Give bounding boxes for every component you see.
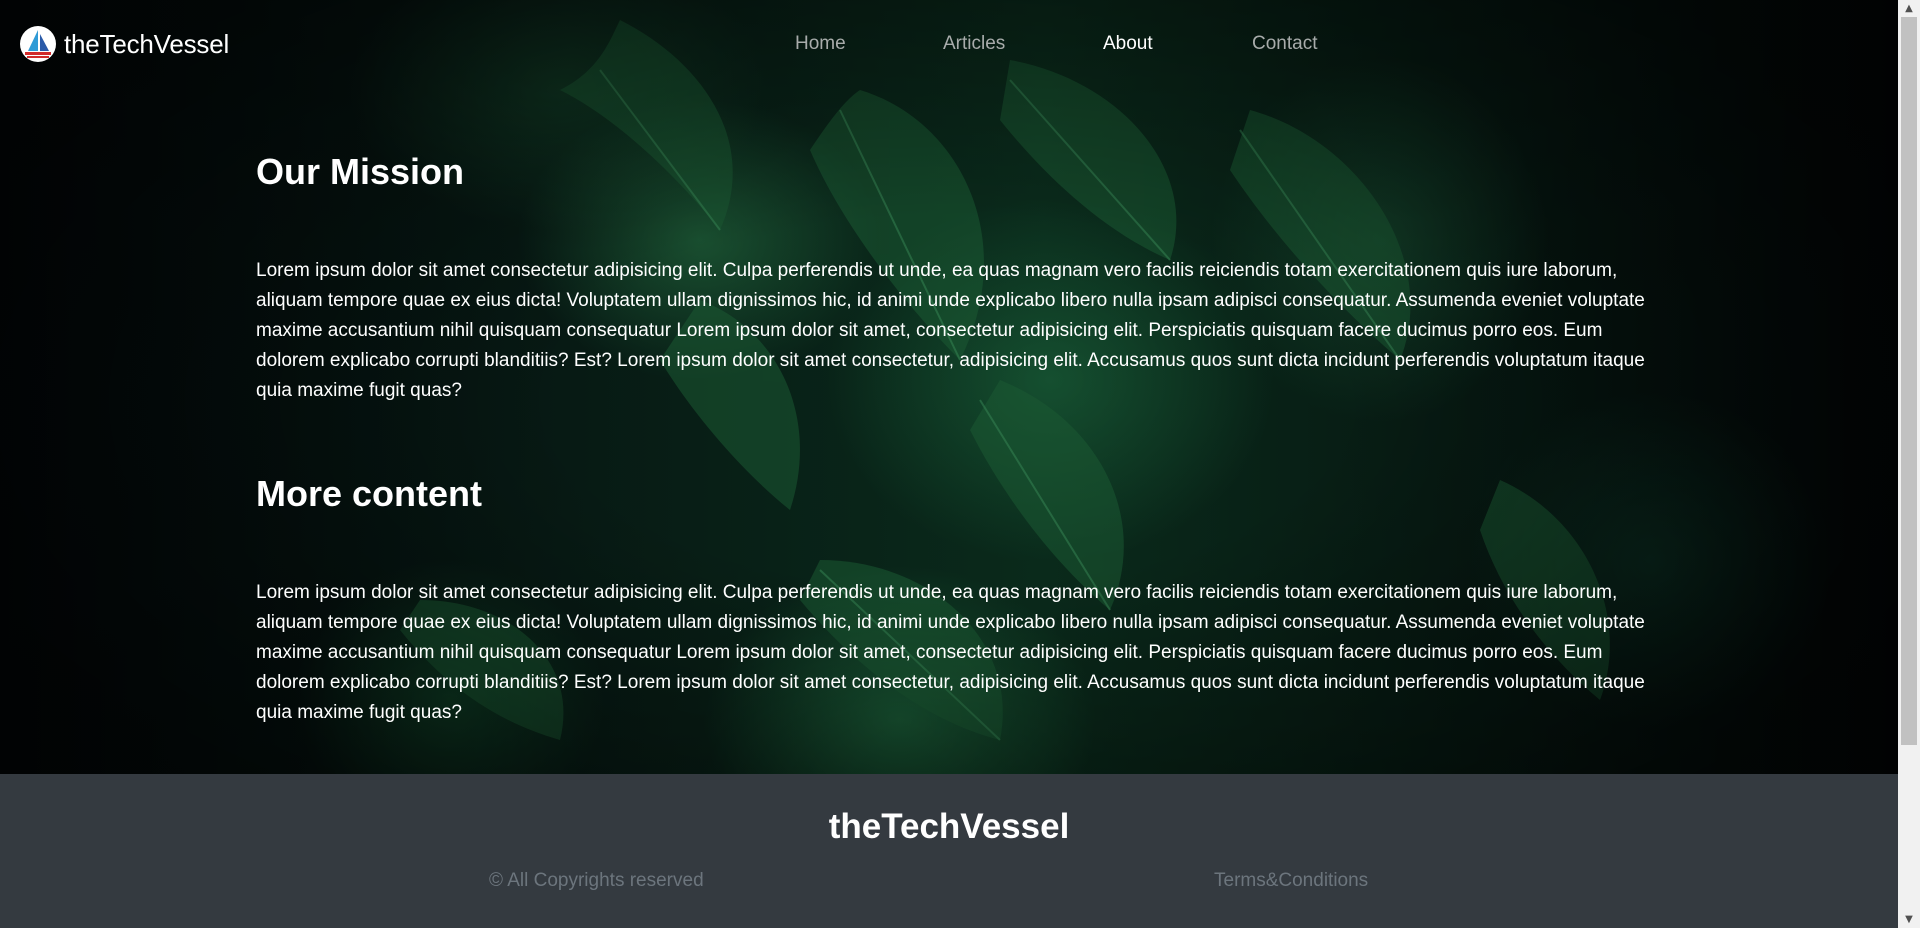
scroll-up-arrow-icon[interactable]: ▲	[1898, 0, 1920, 17]
navbar: theTechVessel Home Articles About Contac…	[0, 0, 1898, 92]
section-body-mission: Lorem ipsum dolor sit amet consectetur a…	[256, 260, 1645, 401]
brand-link[interactable]: theTechVessel	[19, 25, 229, 63]
footer-copyright: © All Copyrights reserved	[489, 870, 704, 891]
nav-articles[interactable]: Articles	[943, 33, 1005, 55]
page: theTechVessel Home Articles About Contac…	[0, 0, 1898, 928]
section-body-more: Lorem ipsum dolor sit amet consectetur a…	[256, 582, 1645, 723]
brand-name: theTechVessel	[64, 28, 230, 59]
scroll-down-arrow-icon[interactable]: ▼	[1898, 911, 1920, 928]
footer: theTechVessel © All Copyrights reserved …	[0, 774, 1898, 928]
sailboat-logo-icon	[20, 26, 56, 62]
section-heading-more: More content	[256, 473, 483, 514]
nav-contact[interactable]: Contact	[1252, 33, 1317, 55]
vertical-scrollbar[interactable]: ▲ ▼	[1898, 0, 1920, 928]
nav-home[interactable]: Home	[795, 33, 846, 55]
about-content: Our Mission Lorem ipsum dolor sit amet c…	[256, 148, 1656, 728]
footer-terms-link[interactable]: Terms&Conditions	[1214, 870, 1368, 892]
nav-about[interactable]: About	[1103, 33, 1153, 55]
section-heading-mission: Our Mission	[256, 151, 465, 192]
scrollbar-thumb[interactable]	[1901, 17, 1917, 745]
footer-brand: theTechVessel	[828, 807, 1070, 846]
